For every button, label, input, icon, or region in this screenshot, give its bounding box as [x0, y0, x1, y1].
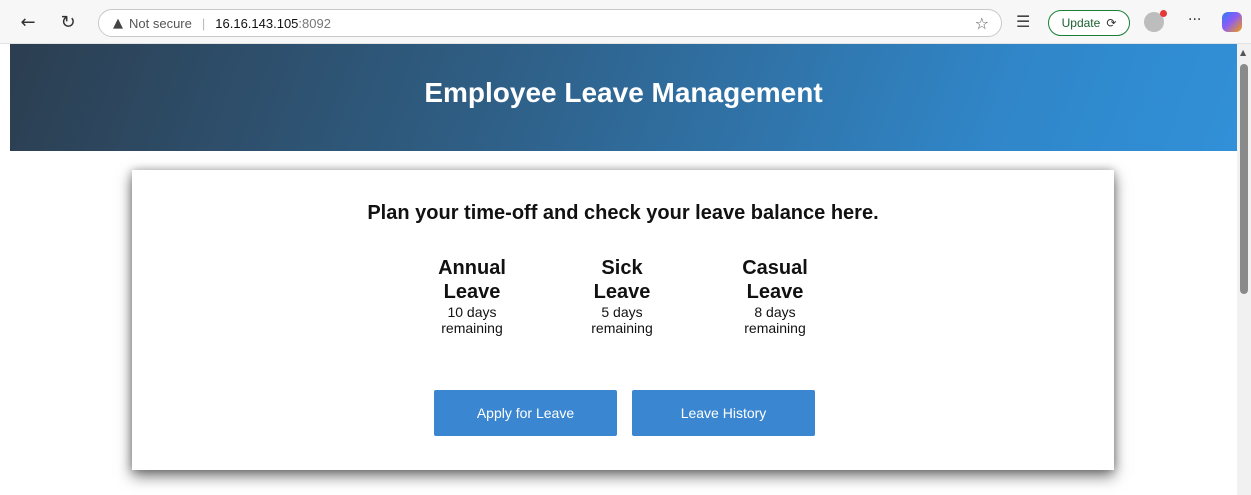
- more-icon[interactable]: ···: [1188, 12, 1201, 28]
- balance-days: 10 days: [447, 304, 497, 320]
- balance-name-line2: Leave: [593, 281, 651, 303]
- page-header: Employee Leave Management: [10, 44, 1237, 151]
- card-heading: Plan your time-off and check your leave …: [367, 202, 879, 224]
- balance-suffix: remaining: [591, 320, 653, 336]
- balance-days: 8 days: [754, 304, 796, 320]
- page-viewport: Employee Leave Management Plan your time…: [10, 44, 1237, 495]
- address-divider: |: [201, 15, 206, 31]
- url-port: :8092: [298, 15, 331, 31]
- balance-days: 5 days: [601, 304, 643, 320]
- annual-leave-balance: Annual Leave 10 days remaining: [412, 256, 532, 336]
- update-button[interactable]: Update ⟳: [1048, 10, 1130, 36]
- scroll-up-icon[interactable]: ▲: [1240, 48, 1246, 57]
- warning-icon: ▲: [113, 15, 123, 31]
- balance-name-line1: Annual: [438, 257, 506, 279]
- casual-leave-balance: Casual Leave 8 days remaining: [715, 256, 835, 336]
- page-title: Employee Leave Management: [424, 76, 823, 108]
- sick-leave-balance: Sick Leave 5 days remaining: [562, 256, 682, 336]
- reload-icon[interactable]: ↻: [56, 10, 80, 34]
- scroll-thumb[interactable]: [1240, 64, 1248, 294]
- star-icon[interactable]: ☆: [975, 14, 989, 33]
- page-scrollbar[interactable]: ▲: [1237, 44, 1251, 495]
- update-icon: ⟳: [1106, 16, 1117, 30]
- balance-suffix: remaining: [744, 320, 806, 336]
- leave-history-button[interactable]: Leave History: [632, 390, 815, 436]
- notification-dot: [1160, 10, 1167, 17]
- balance-suffix: remaining: [441, 320, 503, 336]
- leave-card: Plan your time-off and check your leave …: [132, 170, 1114, 470]
- favorites-icon[interactable]: ☰: [1016, 12, 1030, 31]
- balance-name-line1: Sick: [601, 257, 643, 279]
- address-bar[interactable]: ▲ Not secure | 16.16.143.105:8092 ☆: [98, 9, 1002, 37]
- url-host: 16.16.143.105: [215, 15, 299, 31]
- back-arrow-icon[interactable]: ←: [16, 10, 40, 34]
- balance-name-line2: Leave: [746, 281, 804, 303]
- balance-name-line2: Leave: [443, 281, 501, 303]
- balance-name-line1: Casual: [742, 257, 808, 279]
- browser-toolbar: ← ↻ ▲ Not secure | 16.16.143.105:8092 ☆ …: [0, 0, 1251, 44]
- update-label: Update: [1061, 16, 1101, 30]
- security-label: Not secure: [129, 15, 192, 31]
- copilot-icon[interactable]: [1222, 12, 1242, 32]
- apply-for-leave-button[interactable]: Apply for Leave: [434, 390, 617, 436]
